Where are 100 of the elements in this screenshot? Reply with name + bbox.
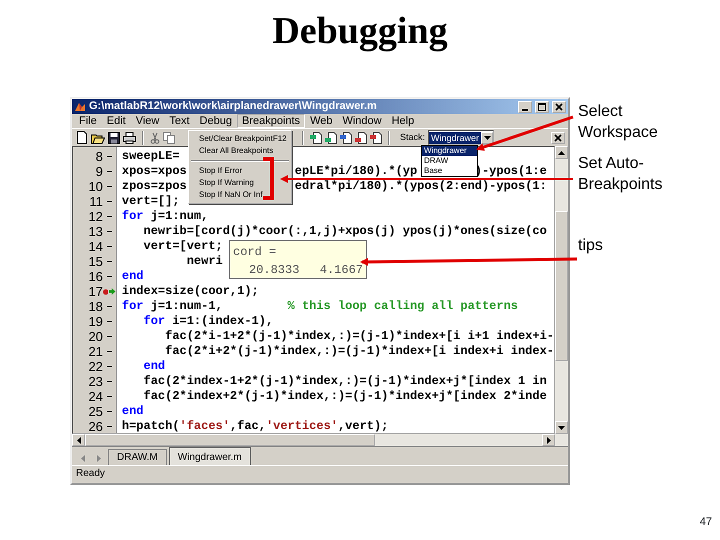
status-bar: Ready (72, 465, 568, 481)
line-number: 12 (88, 209, 103, 224)
datatip-label: cord = (233, 245, 276, 259)
menu-item[interactable]: Help (386, 114, 420, 128)
scroll-up-button[interactable] (555, 146, 568, 159)
dropdown-option[interactable]: Base (422, 166, 477, 176)
datatip-value: 20.8333 (249, 262, 300, 279)
menu-item[interactable]: Web (305, 114, 338, 128)
print-icon[interactable] (123, 132, 136, 144)
cut-icon[interactable] (150, 132, 160, 144)
menu-item[interactable]: Stop If Warning (199, 177, 254, 189)
scroll-down-button[interactable] (555, 421, 568, 434)
menu-item[interactable]: File (74, 114, 102, 128)
code-text: fac(2*i+2*(j-1)*index,:)=(j-1)*index+[i index+i index- (165, 344, 554, 359)
right-arrow-icon (546, 436, 550, 444)
close-button[interactable] (552, 100, 566, 112)
code-text: vert=[vert; (144, 239, 223, 254)
menu-item[interactable]: Clear All Breakpoints (199, 145, 274, 157)
keyword-text: for (144, 314, 166, 329)
page-marker-icon[interactable] (340, 132, 352, 144)
code-text: zpos=zpos (122, 179, 187, 194)
code-comment: % this loop calling all patterns (288, 299, 518, 314)
shortcut-text: F12 (272, 133, 287, 145)
page-marker-icon[interactable] (355, 132, 367, 144)
bracket-mark (263, 157, 274, 200)
code-text: i=1:(index-1), (171, 314, 274, 329)
page-marker-icon[interactable] (370, 132, 382, 144)
maximize-icon (538, 102, 546, 110)
menu-item[interactable]: Text (164, 114, 195, 128)
code-text: j=1:num, (150, 209, 208, 224)
app-icon (74, 100, 86, 112)
down-arrow-icon (558, 426, 565, 430)
minimize-button[interactable] (518, 100, 532, 112)
menu-item[interactable]: Window (337, 114, 387, 128)
menu-item[interactable]: Edit (102, 114, 131, 128)
code-text: sweepLE= (122, 149, 180, 164)
line-number: 20 (88, 329, 103, 344)
copy-icon[interactable] (163, 132, 175, 144)
keyword-text: end (122, 404, 144, 419)
code-text: fac(2*index-1+2*(j-1)*index,:)=(j-1)*index+j*[index 1 in (144, 374, 547, 389)
horizontal-scrollbar[interactable] (72, 434, 555, 446)
code-text: ,vert); (338, 419, 388, 433)
string-literal: 'vertices' (266, 419, 338, 433)
scrollbar-thumb[interactable] (85, 434, 375, 446)
scroll-right-button[interactable] (542, 434, 555, 446)
open-folder-icon[interactable] (91, 132, 105, 144)
dropdown-option[interactable]: Wingdrawer (422, 146, 477, 156)
annotation-text: Select Workspace (578, 102, 659, 143)
menu-item[interactable]: Stop If NaN Or Inf (199, 189, 263, 201)
scroll-left-button[interactable] (72, 434, 85, 446)
menu-item[interactable]: Stop If Error (199, 165, 242, 177)
line-number: 25 (88, 404, 103, 419)
page-marker-icon[interactable] (325, 132, 337, 144)
stack-label: Stack: (400, 130, 426, 144)
menu-item[interactable]: Debug (194, 114, 237, 128)
code-text: newrib=[cord(j)*coor(:,1,j)+xpos(j) ypos(j)*ones(size(co (144, 224, 547, 239)
datatip-value: 4.1667 (320, 262, 363, 279)
annotation-text: Set Auto-Breakpoints (578, 154, 664, 195)
line-number: 14 (88, 239, 103, 254)
file-tab[interactable]: Wingdrawer.m (168, 447, 251, 465)
code-text: xpos=xpos (122, 164, 187, 179)
line-number: 13 (88, 224, 103, 239)
close-icon (554, 134, 562, 142)
code-text: edral*pi/180).*(ypos(2:end)-ypos(1: (294, 179, 547, 194)
line-number: 8 (96, 149, 103, 164)
stack-select[interactable]: Wingdrawer (428, 130, 494, 145)
line-number: 15 (88, 254, 103, 269)
up-arrow-icon (558, 150, 565, 154)
string-literal: 'faces' (180, 419, 230, 433)
menu-item[interactable]: Set/Clear Breakpoint (199, 133, 273, 145)
vertical-scrollbar[interactable] (555, 146, 568, 446)
code-text: vert=[]; (122, 194, 180, 209)
scrollbar-thumb[interactable] (555, 211, 568, 361)
page-number: 47 (700, 514, 712, 530)
left-arrow-icon (81, 454, 85, 462)
dropdown-arrow-icon (484, 136, 491, 140)
new-file-icon[interactable] (76, 131, 88, 144)
keyword-text: end (144, 359, 166, 374)
right-arrow-icon (97, 454, 101, 462)
window-title: G:\matlabR12\work\work\airplanedrawer\Wingdrawer.m (89, 99, 377, 114)
breakpoint-icon[interactable] (102, 288, 108, 294)
close-button[interactable] (551, 132, 565, 144)
line-number: 17 (88, 284, 103, 299)
page-marker-icon[interactable] (310, 132, 322, 144)
code-text: index=size(coor,1); (122, 284, 259, 299)
line-number: 26 (88, 419, 103, 433)
annotation-text: tips (578, 236, 604, 256)
line-number: 24 (88, 389, 103, 404)
keyword-text: end (122, 269, 144, 284)
menu-item[interactable]: Breakpoints (236, 114, 306, 128)
code-text: j=1:num-1, (150, 299, 223, 314)
menu-item[interactable]: View (130, 114, 164, 128)
left-arrow-icon (76, 436, 80, 444)
line-number: 11 (89, 194, 103, 209)
dropdown-option[interactable]: DRAW (422, 156, 477, 166)
code-text: h=patch( (122, 419, 180, 433)
minimize-icon (522, 108, 528, 110)
save-icon[interactable] (108, 132, 120, 144)
file-tab[interactable]: DRAW.M (108, 449, 167, 465)
maximize-button[interactable] (535, 100, 549, 112)
